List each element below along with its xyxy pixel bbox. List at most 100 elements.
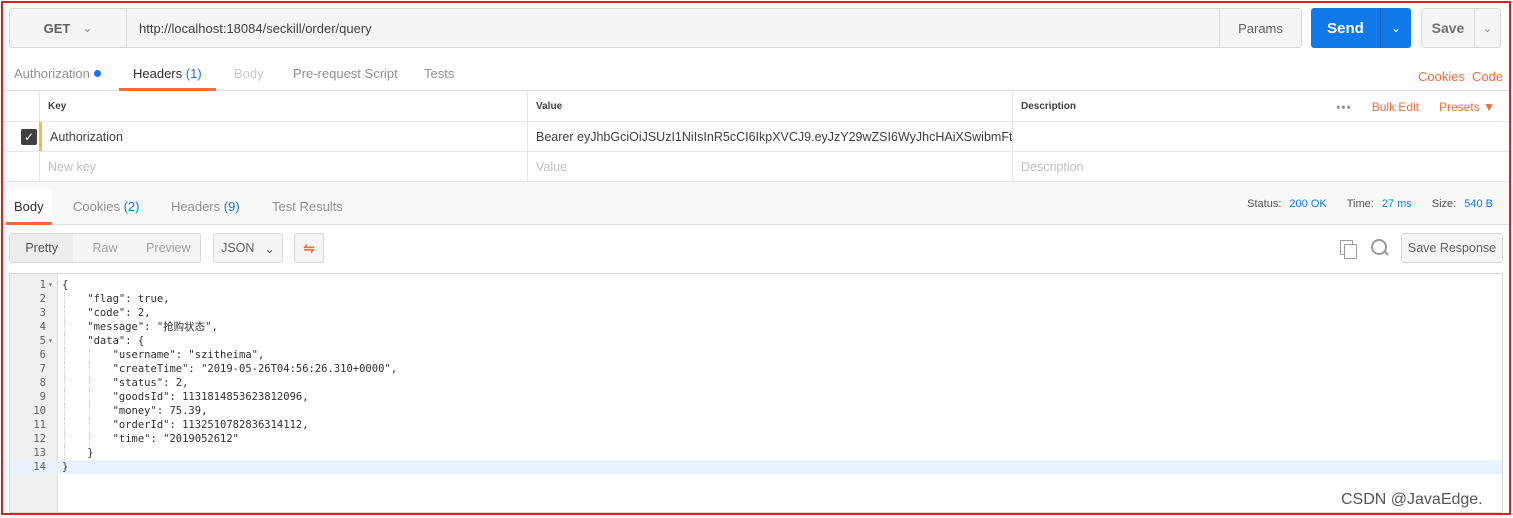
code-text: "message": "抢购状态", [62,321,218,333]
new-value-input[interactable]: Value [527,152,1012,181]
new-description-input[interactable]: Description [1012,152,1509,181]
active-dot-icon [93,70,101,77]
send-button[interactable]: Send ⌄ [1311,8,1411,48]
raw-button[interactable]: Raw [73,234,136,262]
table-row: ✓ Authorization Bearer eyJhbGciOiJSUzI1N… [3,122,1509,152]
size-value[interactable]: 540 B [1464,198,1493,210]
save-button[interactable]: Save ⌄ [1421,8,1501,48]
header-enabled-checkbox[interactable]: ✓ [21,129,37,145]
tab-tests[interactable]: Tests [424,57,454,91]
header-description-cell[interactable] [1012,122,1509,151]
code-line: 11 "orderId": 1132510782836314112, [10,418,1502,432]
cookies-link[interactable]: Cookies [1418,57,1465,91]
search-icon[interactable] [1371,239,1389,257]
tab-response-headers[interactable]: Headers (9) [171,189,240,225]
line-number: 3 [39,307,46,319]
more-options-icon[interactable]: ••• [1336,100,1352,114]
response-code-viewer[interactable]: 1 ▾{2 "flag": true, 3 "code": 2, 4 "message… [9,273,1503,513]
preview-button[interactable]: Preview [137,234,200,262]
tab-prerequest-label: Pre-request Script [293,66,398,81]
tab-response-cookies-label: Cookies [73,199,120,214]
line-number: 14 [33,461,46,473]
copy-icon[interactable] [1340,240,1357,259]
wrap-lines-icon[interactable]: ⇋ [294,233,324,263]
pretty-button[interactable]: Pretty [10,234,74,262]
tab-test-results-label: Test Results [272,199,343,214]
format-select[interactable]: JSON ⌄ [213,233,283,263]
code-line: 5 ▾ "data": { [10,334,1502,348]
line-number: 13 [33,447,46,459]
tab-response-headers-label: Headers [171,199,221,214]
fold-arrow-icon[interactable]: ▾ [48,278,53,292]
code-line: 4 "message": "抢购状态", [10,320,1502,334]
tab-response-body[interactable]: Body [6,189,52,225]
table-row-new: New key Value Description [3,152,1509,182]
url-input[interactable]: http://localhost:18084/seckill/order/que… [127,8,1220,48]
new-key-input[interactable]: New key [39,152,527,181]
code-text: "orderId": 1132510782836314112, [62,419,309,431]
presets-button[interactable]: Presets ▼ [1439,100,1495,114]
code-text: "username": "szitheima", [62,349,265,361]
tab-prerequest-script[interactable]: Pre-request Script [293,57,398,91]
tab-response-cookies[interactable]: Cookies (2) [73,189,139,225]
headers-table: Key Value Description ••• Bulk Edit Pres… [3,91,1509,183]
code-line: 2 "flag": true, [10,292,1502,306]
tab-body[interactable]: Body [234,57,264,91]
code-link[interactable]: Code [1472,57,1503,91]
line-number: 10 [33,405,46,417]
tab-response-cookies-count: (2) [123,199,140,214]
code-line: 9 "goodsId": 1131814853623812096, [10,390,1502,404]
method-label: GET [43,20,71,36]
save-label: Save [1431,20,1465,36]
tab-tests-label: Tests [424,66,455,81]
view-mode-switch: Pretty Raw Preview [9,233,201,263]
tab-body-label: Body [234,66,264,81]
line-number: 1 [39,279,46,291]
tab-test-results[interactable]: Test Results [272,189,343,225]
params-button[interactable]: Params [1220,8,1302,48]
header-value-cell[interactable]: Bearer eyJhbGciOiJSUzI1NiIsInR5cCI6IkpXV… [527,122,1012,151]
time-value[interactable]: 27 ms [1382,198,1412,210]
line-number: 2 [39,293,46,305]
code-line: 6 "username": "szitheima", [10,348,1502,362]
bulk-edit-button[interactable]: Bulk Edit [1372,100,1419,114]
col-value: Value [527,91,1012,121]
time-label: Time: [1346,198,1374,210]
code-text: "time": "2019052612" [62,433,240,445]
params-label: Params [1238,20,1283,36]
save-dropdown-chevron-icon[interactable]: ⌄ [1474,9,1500,47]
send-dropdown-chevron-icon[interactable]: ⌄ [1380,8,1411,48]
line-number: 9 [39,391,46,403]
method-select[interactable]: GET ⌄ [9,8,127,48]
line-number: 12 [33,433,46,445]
check-icon: ✓ [23,130,35,144]
code-text: "data": { [62,335,145,347]
code-text: "money": 75.39, [62,405,208,417]
tab-authorization[interactable]: Authorization [14,57,101,91]
presets-label: Presets [1439,99,1480,114]
status-value[interactable]: 200 OK [1289,198,1326,210]
code-line: 3 "code": 2, [10,306,1502,320]
line-number: 11 [33,419,46,431]
code-text: "flag": true, [62,293,170,305]
request-tabs: Authorization Headers (1) Body Pre-reque… [3,57,1509,91]
code-line: 7 "createTime": "2019-05-26T04:56:26.310… [10,362,1502,376]
watermark: CSDN @JavaEdge. [1341,491,1483,508]
headers-tools: ••• Bulk Edit Presets ▼ [1336,91,1495,122]
code-text: "code": 2, [62,307,151,319]
code-text: "goodsId": 1131814853623812096, [62,391,309,403]
save-response-label: Save Response [1407,241,1497,255]
url-value: http://localhost:18084/seckill/order/que… [139,20,372,36]
save-response-button[interactable]: Save Response [1401,233,1503,263]
format-label: JSON [221,241,255,255]
size-label: Size: [1431,198,1457,210]
header-key-cell[interactable]: Authorization [39,122,527,151]
postman-window: GET ⌄ http://localhost:18084/seckill/ord… [1,1,1511,515]
fold-arrow-icon[interactable]: ▾ [48,334,53,348]
send-label: Send [1327,19,1364,37]
code-line: 8 "status": 2, [10,376,1502,390]
tab-headers[interactable]: Headers (1) [119,57,216,91]
col-key: Key [39,91,527,121]
code-text: { [62,279,69,291]
tab-response-body-label: Body [14,199,44,214]
